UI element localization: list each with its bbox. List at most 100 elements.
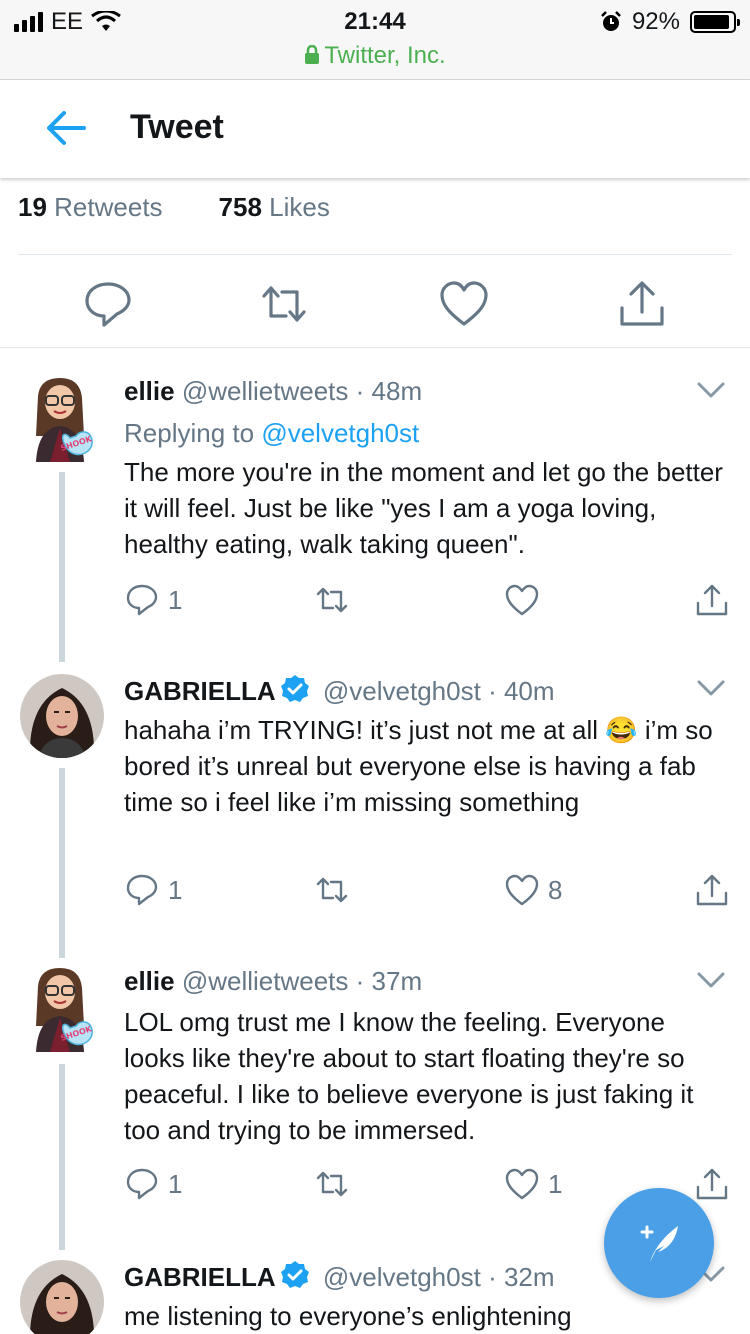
retweets-label: Retweets <box>54 192 163 222</box>
profile-photo <box>20 1260 104 1334</box>
battery-area: 92% <box>600 8 740 36</box>
reply-text: LOL omg trust me I know the feeling. Eve… <box>124 1007 694 1145</box>
share-icon <box>696 584 728 616</box>
share-icon <box>696 874 728 906</box>
separator-dot: · <box>355 376 365 406</box>
profile-photo <box>20 674 104 758</box>
user-handle[interactable]: @wellietweets <box>182 966 349 996</box>
reply-icon[interactable] <box>82 278 134 330</box>
status-bar: EE 21:44 Twitter, Inc. 92% <box>0 0 750 80</box>
compose-tweet-button[interactable] <box>604 1188 714 1298</box>
reply-actions: 1 8 <box>124 872 734 912</box>
reply-header: GABRIELLA @velvetgh0st · 40m <box>124 674 555 707</box>
bitmoji-avatar-image: SHOOK <box>36 378 94 462</box>
separator-dot: · <box>355 966 365 996</box>
compose-feather-icon <box>640 1225 678 1262</box>
like-count: 1 <box>548 1168 563 1199</box>
display-name[interactable]: GABRIELLA <box>124 676 276 706</box>
reply-tweet[interactable]: SHOOK ellie @wellietweets · 48m Replying… <box>0 376 750 656</box>
avatar[interactable]: SHOOK <box>20 966 104 1052</box>
lock-icon <box>305 44 320 64</box>
retweets-stat[interactable]: 19 Retweets <box>18 192 163 223</box>
reply-header: GABRIELLA @velvetgh0st · 32m <box>124 1260 555 1293</box>
likes-label: Likes <box>269 192 330 222</box>
page-title: Tweet <box>130 108 224 146</box>
reply-text: The more you're in the moment and let go… <box>124 457 723 559</box>
separator-dot: · <box>488 676 497 706</box>
share-action[interactable] <box>694 872 730 908</box>
reply-header: ellie @wellietweets · 37m <box>124 966 422 997</box>
stats-divider <box>18 254 732 255</box>
like-action[interactable]: 1 <box>504 1166 562 1202</box>
separator-dot: · <box>488 1262 497 1292</box>
verified-badge-icon <box>280 675 309 702</box>
reply-count: 1 <box>168 584 183 615</box>
display-name[interactable]: ellie <box>124 376 175 406</box>
tweet-header: Tweet <box>0 80 750 178</box>
share-action[interactable] <box>694 1166 730 1202</box>
avatar[interactable]: SHOOK <box>20 376 104 462</box>
battery-percent: 92% <box>631 8 680 35</box>
reply-action[interactable]: 1 <box>124 582 182 618</box>
back-arrow-icon[interactable] <box>44 108 88 148</box>
timestamp: 48m <box>371 376 423 406</box>
retweet-icon <box>316 587 348 613</box>
avatar[interactable] <box>20 674 104 758</box>
bitmoji-avatar-image: SHOOK <box>36 968 94 1052</box>
like-count: 8 <box>548 874 563 905</box>
timestamp: 37m <box>371 966 423 996</box>
display-name[interactable]: ellie <box>124 966 175 996</box>
like-icon <box>505 584 539 616</box>
like-action[interactable] <box>504 582 548 618</box>
verified-badge-icon <box>280 1261 309 1288</box>
retweet-icon <box>316 1171 348 1197</box>
tweet-stats: 19 Retweets 758 Likes <box>18 192 330 223</box>
retweet-action[interactable] <box>314 1166 350 1202</box>
timestamp: 40m <box>503 676 555 706</box>
reply-icon <box>126 874 158 906</box>
timestamp: 32m <box>503 1262 555 1292</box>
reply-icon <box>126 584 158 616</box>
reply-count: 1 <box>168 874 183 905</box>
reply-header: ellie @wellietweets · 48m <box>124 376 422 407</box>
replying-prefix: Replying to <box>124 418 255 448</box>
likes-stat[interactable]: 758 Likes <box>219 192 330 223</box>
chevron-down-icon[interactable] <box>696 970 726 990</box>
likes-count: 758 <box>218 192 262 222</box>
replying-to: Replying to @velvetgh0st <box>124 418 419 449</box>
reply-actions: 1 <box>124 582 734 622</box>
reply-tweet[interactable]: GABRIELLA @velvetgh0st · 40m hahaha i’m … <box>0 674 750 954</box>
chevron-down-icon[interactable] <box>696 380 726 400</box>
actions-divider <box>0 347 750 348</box>
share-icon[interactable] <box>616 278 668 330</box>
retweet-icon[interactable] <box>258 278 310 330</box>
reply-count: 1 <box>168 1168 183 1199</box>
tweet-actions <box>0 270 750 340</box>
battery-icon <box>690 11 740 33</box>
url-text: Twitter, Inc. <box>324 42 446 69</box>
share-icon <box>696 1168 728 1200</box>
share-action[interactable] <box>694 582 730 618</box>
user-handle[interactable]: @wellietweets <box>182 376 349 406</box>
reply-text: me listening to everyone’s enlightening <box>124 1301 572 1331</box>
reply-text: hahaha i’m TRYING! it’s just not me at a… <box>124 715 713 817</box>
retweet-icon <box>316 877 348 903</box>
retweet-action[interactable] <box>314 872 350 908</box>
like-action[interactable]: 8 <box>504 872 562 908</box>
like-icon <box>505 874 539 906</box>
retweets-count: 19 <box>18 192 47 222</box>
replying-handle-link[interactable]: @velvetgh0st <box>261 418 419 448</box>
chevron-down-icon[interactable] <box>696 678 726 698</box>
alarm-icon <box>601 11 621 31</box>
url-bar[interactable]: Twitter, Inc. <box>0 42 750 70</box>
retweet-action[interactable] <box>314 582 350 618</box>
avatar[interactable] <box>20 1260 104 1334</box>
user-handle[interactable]: @velvetgh0st <box>323 676 481 706</box>
like-icon[interactable] <box>438 278 490 330</box>
user-handle[interactable]: @velvetgh0st <box>323 1262 481 1292</box>
like-icon <box>505 1168 539 1200</box>
reply-action[interactable]: 1 <box>124 1166 182 1202</box>
display-name[interactable]: GABRIELLA <box>124 1262 276 1292</box>
reply-action[interactable]: 1 <box>124 872 182 908</box>
reply-icon <box>126 1168 158 1200</box>
